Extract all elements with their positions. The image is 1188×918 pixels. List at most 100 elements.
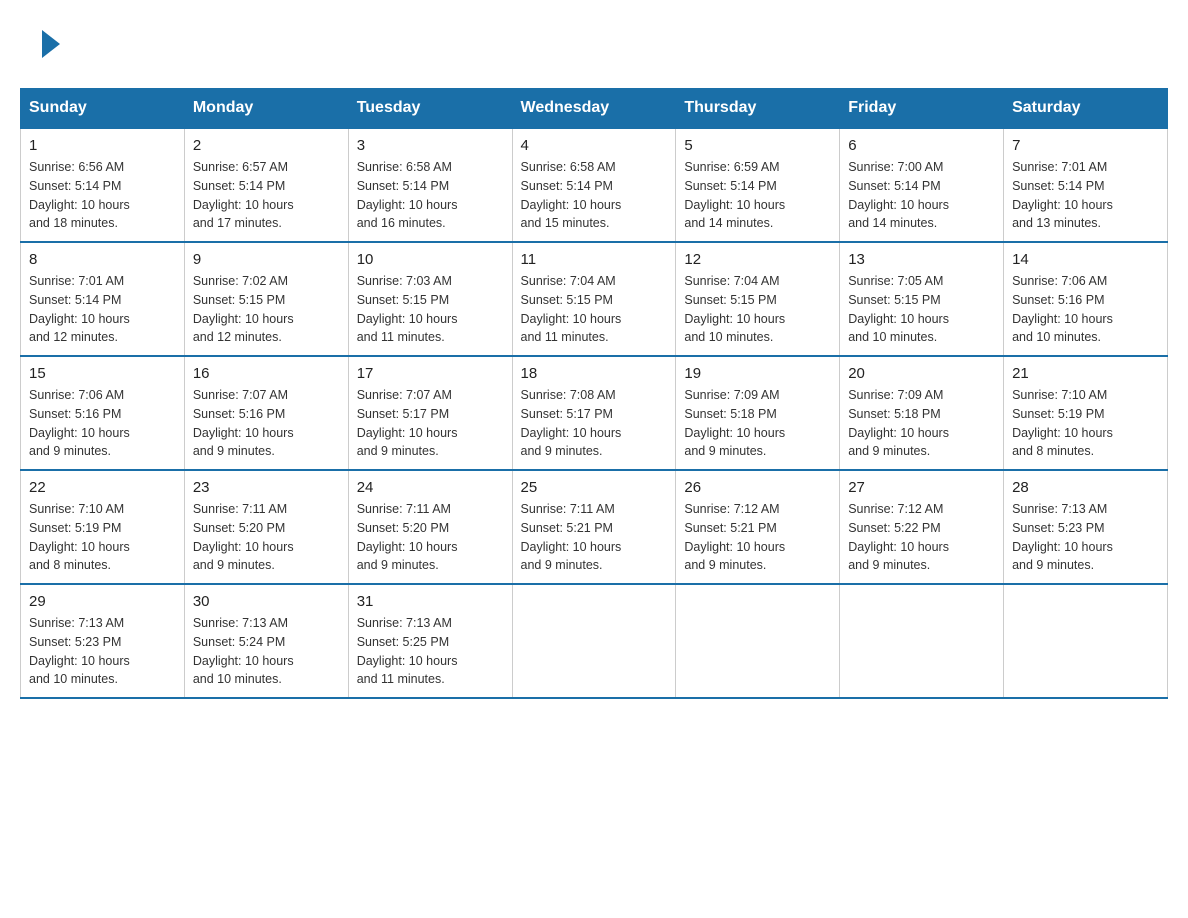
day-number: 26 bbox=[684, 479, 831, 496]
calendar-cell: 17 Sunrise: 7:07 AM Sunset: 5:17 PM Dayl… bbox=[348, 356, 512, 470]
day-detail: Sunrise: 6:56 AM Sunset: 5:14 PM Dayligh… bbox=[29, 158, 176, 233]
calendar-cell: 3 Sunrise: 6:58 AM Sunset: 5:14 PM Dayli… bbox=[348, 128, 512, 242]
day-detail: Sunrise: 6:58 AM Sunset: 5:14 PM Dayligh… bbox=[357, 158, 504, 233]
day-detail: Sunrise: 7:04 AM Sunset: 5:15 PM Dayligh… bbox=[684, 272, 831, 347]
day-detail: Sunrise: 7:09 AM Sunset: 5:18 PM Dayligh… bbox=[684, 386, 831, 461]
day-number: 31 bbox=[357, 593, 504, 610]
day-detail: Sunrise: 7:11 AM Sunset: 5:21 PM Dayligh… bbox=[521, 500, 668, 575]
day-number: 23 bbox=[193, 479, 340, 496]
day-number: 13 bbox=[848, 251, 995, 268]
day-number: 5 bbox=[684, 137, 831, 154]
day-number: 3 bbox=[357, 137, 504, 154]
day-number: 16 bbox=[193, 365, 340, 382]
day-number: 24 bbox=[357, 479, 504, 496]
calendar-header-thursday: Thursday bbox=[676, 89, 840, 129]
day-detail: Sunrise: 7:07 AM Sunset: 5:16 PM Dayligh… bbox=[193, 386, 340, 461]
calendar-cell: 5 Sunrise: 6:59 AM Sunset: 5:14 PM Dayli… bbox=[676, 128, 840, 242]
day-number: 6 bbox=[848, 137, 995, 154]
calendar-header-monday: Monday bbox=[184, 89, 348, 129]
day-number: 18 bbox=[521, 365, 668, 382]
calendar-cell: 1 Sunrise: 6:56 AM Sunset: 5:14 PM Dayli… bbox=[21, 128, 185, 242]
calendar-header-wednesday: Wednesday bbox=[512, 89, 676, 129]
calendar-cell: 18 Sunrise: 7:08 AM Sunset: 5:17 PM Dayl… bbox=[512, 356, 676, 470]
day-number: 22 bbox=[29, 479, 176, 496]
day-number: 2 bbox=[193, 137, 340, 154]
day-detail: Sunrise: 6:58 AM Sunset: 5:14 PM Dayligh… bbox=[521, 158, 668, 233]
calendar-cell: 30 Sunrise: 7:13 AM Sunset: 5:24 PM Dayl… bbox=[184, 584, 348, 698]
day-detail: Sunrise: 7:12 AM Sunset: 5:22 PM Dayligh… bbox=[848, 500, 995, 575]
day-detail: Sunrise: 7:13 AM Sunset: 5:23 PM Dayligh… bbox=[29, 614, 176, 689]
day-detail: Sunrise: 7:01 AM Sunset: 5:14 PM Dayligh… bbox=[29, 272, 176, 347]
logo-arrow-icon bbox=[42, 30, 60, 58]
calendar-header-tuesday: Tuesday bbox=[348, 89, 512, 129]
day-number: 29 bbox=[29, 593, 176, 610]
day-detail: Sunrise: 7:12 AM Sunset: 5:21 PM Dayligh… bbox=[684, 500, 831, 575]
calendar-cell: 23 Sunrise: 7:11 AM Sunset: 5:20 PM Dayl… bbox=[184, 470, 348, 584]
day-number: 4 bbox=[521, 137, 668, 154]
calendar-cell: 2 Sunrise: 6:57 AM Sunset: 5:14 PM Dayli… bbox=[184, 128, 348, 242]
day-number: 20 bbox=[848, 365, 995, 382]
calendar-week-row: 15 Sunrise: 7:06 AM Sunset: 5:16 PM Dayl… bbox=[21, 356, 1168, 470]
calendar-cell: 15 Sunrise: 7:06 AM Sunset: 5:16 PM Dayl… bbox=[21, 356, 185, 470]
day-number: 8 bbox=[29, 251, 176, 268]
day-detail: Sunrise: 7:06 AM Sunset: 5:16 PM Dayligh… bbox=[29, 386, 176, 461]
calendar-cell: 27 Sunrise: 7:12 AM Sunset: 5:22 PM Dayl… bbox=[840, 470, 1004, 584]
day-number: 12 bbox=[684, 251, 831, 268]
day-detail: Sunrise: 6:57 AM Sunset: 5:14 PM Dayligh… bbox=[193, 158, 340, 233]
day-detail: Sunrise: 7:11 AM Sunset: 5:20 PM Dayligh… bbox=[357, 500, 504, 575]
calendar-cell: 24 Sunrise: 7:11 AM Sunset: 5:20 PM Dayl… bbox=[348, 470, 512, 584]
day-number: 19 bbox=[684, 365, 831, 382]
day-number: 9 bbox=[193, 251, 340, 268]
calendar-cell bbox=[840, 584, 1004, 698]
day-detail: Sunrise: 7:13 AM Sunset: 5:23 PM Dayligh… bbox=[1012, 500, 1159, 575]
calendar-cell: 20 Sunrise: 7:09 AM Sunset: 5:18 PM Dayl… bbox=[840, 356, 1004, 470]
day-number: 7 bbox=[1012, 137, 1159, 154]
day-detail: Sunrise: 7:13 AM Sunset: 5:25 PM Dayligh… bbox=[357, 614, 504, 689]
calendar-header-saturday: Saturday bbox=[1004, 89, 1168, 129]
calendar-cell: 31 Sunrise: 7:13 AM Sunset: 5:25 PM Dayl… bbox=[348, 584, 512, 698]
day-number: 1 bbox=[29, 137, 176, 154]
calendar-week-row: 22 Sunrise: 7:10 AM Sunset: 5:19 PM Dayl… bbox=[21, 470, 1168, 584]
day-detail: Sunrise: 7:13 AM Sunset: 5:24 PM Dayligh… bbox=[193, 614, 340, 689]
calendar-cell: 4 Sunrise: 6:58 AM Sunset: 5:14 PM Dayli… bbox=[512, 128, 676, 242]
calendar-cell: 21 Sunrise: 7:10 AM Sunset: 5:19 PM Dayl… bbox=[1004, 356, 1168, 470]
day-number: 15 bbox=[29, 365, 176, 382]
day-number: 25 bbox=[521, 479, 668, 496]
calendar-cell: 6 Sunrise: 7:00 AM Sunset: 5:14 PM Dayli… bbox=[840, 128, 1004, 242]
calendar-cell: 11 Sunrise: 7:04 AM Sunset: 5:15 PM Dayl… bbox=[512, 242, 676, 356]
day-number: 10 bbox=[357, 251, 504, 268]
day-number: 11 bbox=[521, 251, 668, 268]
calendar-cell: 28 Sunrise: 7:13 AM Sunset: 5:23 PM Dayl… bbox=[1004, 470, 1168, 584]
day-detail: Sunrise: 7:11 AM Sunset: 5:20 PM Dayligh… bbox=[193, 500, 340, 575]
calendar-cell: 22 Sunrise: 7:10 AM Sunset: 5:19 PM Dayl… bbox=[21, 470, 185, 584]
calendar-cell: 19 Sunrise: 7:09 AM Sunset: 5:18 PM Dayl… bbox=[676, 356, 840, 470]
day-detail: Sunrise: 7:08 AM Sunset: 5:17 PM Dayligh… bbox=[521, 386, 668, 461]
day-detail: Sunrise: 7:04 AM Sunset: 5:15 PM Dayligh… bbox=[521, 272, 668, 347]
calendar-cell: 26 Sunrise: 7:12 AM Sunset: 5:21 PM Dayl… bbox=[676, 470, 840, 584]
calendar-cell: 16 Sunrise: 7:07 AM Sunset: 5:16 PM Dayl… bbox=[184, 356, 348, 470]
calendar-cell bbox=[676, 584, 840, 698]
day-number: 14 bbox=[1012, 251, 1159, 268]
calendar-cell: 14 Sunrise: 7:06 AM Sunset: 5:16 PM Dayl… bbox=[1004, 242, 1168, 356]
calendar-cell: 10 Sunrise: 7:03 AM Sunset: 5:15 PM Dayl… bbox=[348, 242, 512, 356]
calendar-week-row: 8 Sunrise: 7:01 AM Sunset: 5:14 PM Dayli… bbox=[21, 242, 1168, 356]
day-detail: Sunrise: 7:09 AM Sunset: 5:18 PM Dayligh… bbox=[848, 386, 995, 461]
day-detail: Sunrise: 7:02 AM Sunset: 5:15 PM Dayligh… bbox=[193, 272, 340, 347]
calendar-cell: 12 Sunrise: 7:04 AM Sunset: 5:15 PM Dayl… bbox=[676, 242, 840, 356]
calendar-cell: 29 Sunrise: 7:13 AM Sunset: 5:23 PM Dayl… bbox=[21, 584, 185, 698]
day-detail: Sunrise: 7:01 AM Sunset: 5:14 PM Dayligh… bbox=[1012, 158, 1159, 233]
logo bbox=[40, 30, 62, 58]
calendar-cell: 9 Sunrise: 7:02 AM Sunset: 5:15 PM Dayli… bbox=[184, 242, 348, 356]
day-number: 17 bbox=[357, 365, 504, 382]
calendar-week-row: 29 Sunrise: 7:13 AM Sunset: 5:23 PM Dayl… bbox=[21, 584, 1168, 698]
day-detail: Sunrise: 7:07 AM Sunset: 5:17 PM Dayligh… bbox=[357, 386, 504, 461]
day-detail: Sunrise: 6:59 AM Sunset: 5:14 PM Dayligh… bbox=[684, 158, 831, 233]
calendar-week-row: 1 Sunrise: 6:56 AM Sunset: 5:14 PM Dayli… bbox=[21, 128, 1168, 242]
calendar-cell: 7 Sunrise: 7:01 AM Sunset: 5:14 PM Dayli… bbox=[1004, 128, 1168, 242]
calendar-header-sunday: Sunday bbox=[21, 89, 185, 129]
page-header bbox=[20, 20, 1168, 68]
day-detail: Sunrise: 7:03 AM Sunset: 5:15 PM Dayligh… bbox=[357, 272, 504, 347]
day-detail: Sunrise: 7:10 AM Sunset: 5:19 PM Dayligh… bbox=[29, 500, 176, 575]
day-number: 28 bbox=[1012, 479, 1159, 496]
day-number: 27 bbox=[848, 479, 995, 496]
